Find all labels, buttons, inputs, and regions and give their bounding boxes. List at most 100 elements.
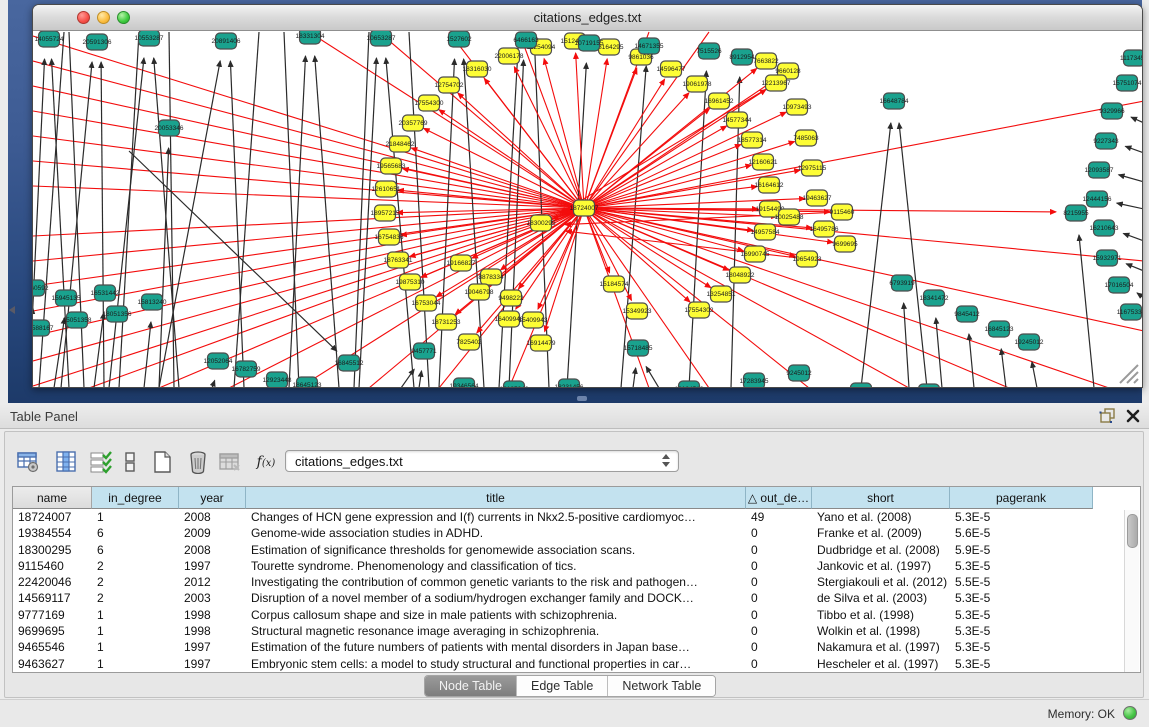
yellow-node[interactable]: 19046798 xyxy=(465,284,494,300)
yellow-node[interactable]: 12160621 xyxy=(749,154,778,170)
yellow-node[interactable]: 15184574 xyxy=(600,276,629,292)
yellow-node[interactable]: 7825402 xyxy=(456,334,482,350)
import-table-button[interactable] xyxy=(216,448,244,476)
teal-node[interactable]: 16782759 xyxy=(232,361,261,377)
yellow-node[interactable]: 19875310 xyxy=(396,274,425,290)
yellow-node[interactable]: 7485063 xyxy=(793,130,819,146)
teal-node[interactable]: 16648784 xyxy=(880,93,909,109)
teal-node[interactable]: 15751074 xyxy=(1113,75,1142,91)
teal-node[interactable]: 20591306 xyxy=(83,34,112,50)
teal-node[interactable]: 6793919 xyxy=(889,275,915,291)
tab-edge-table[interactable]: Edge Table xyxy=(517,676,608,696)
yellow-node[interactable]: 9115460 xyxy=(830,204,855,220)
table-row[interactable]: 969969511998Structural magnetic resonanc… xyxy=(13,623,1093,639)
teal-node[interactable]: 7515526 xyxy=(696,43,722,59)
table-selector-dropdown[interactable]: citations_edges.txt xyxy=(285,450,679,472)
new-file-button[interactable] xyxy=(148,448,176,476)
collapse-panel-arrow-icon[interactable] xyxy=(9,306,15,314)
yellow-node[interactable]: 12213967 xyxy=(762,75,791,91)
yellow-node[interactable]: 21848462 xyxy=(386,136,415,152)
teal-node[interactable]: 10653287 xyxy=(367,31,396,46)
teal-node[interactable]: 18341472 xyxy=(920,290,949,306)
teal-node[interactable]: 8912954 xyxy=(729,49,755,65)
table-row[interactable]: 1456911722003Disruption of a novel membe… xyxy=(13,590,1093,606)
citation-network-graph[interactable]: 1872400718300295220061781831603012754702… xyxy=(33,31,1142,387)
teal-node[interactable]: 18124512 xyxy=(675,381,704,387)
teal-node[interactable]: 15932971 xyxy=(1093,250,1122,266)
scrollbar-thumb[interactable] xyxy=(1127,514,1138,548)
teal-node[interactable]: 20891406 xyxy=(212,33,241,49)
column-header-out_de[interactable]: △ out_de… xyxy=(746,487,812,509)
teal-node[interactable]: 17283945 xyxy=(740,373,769,387)
yellow-node[interactable]: 16754836 xyxy=(375,229,404,245)
yellow-node[interactable]: 19654923 xyxy=(793,251,822,267)
tab-network-table[interactable]: Network Table xyxy=(608,676,715,696)
yellow-node[interactable]: 18300295 xyxy=(527,215,556,231)
teal-node[interactable]: 11675334 xyxy=(1117,304,1142,320)
teal-node[interactable]: 18051356 xyxy=(103,306,132,322)
table-row[interactable]: 1830029562008Estimation of significance … xyxy=(13,542,1093,558)
teal-node[interactable]: 12444156 xyxy=(1083,191,1112,207)
resize-grip-icon[interactable] xyxy=(1114,359,1140,385)
teal-node[interactable]: 9457771 xyxy=(411,343,437,359)
yellow-node[interactable]: 16914479 xyxy=(527,335,556,351)
panel-splitter-handle[interactable] xyxy=(577,396,587,401)
yellow-node[interactable]: 18731253 xyxy=(432,314,461,330)
yellow-node[interactable]: 9498222 xyxy=(498,290,524,306)
teal-node[interactable]: 19245012 xyxy=(1015,334,1044,350)
yellow-node[interactable]: 7663822 xyxy=(753,53,779,69)
yellow-node[interactable]: 16990745 xyxy=(741,246,770,262)
teal-node[interactable]: 9845412 xyxy=(954,306,980,322)
memory-ok-icon[interactable] xyxy=(1123,706,1137,720)
yellow-node[interactable]: 19166827 xyxy=(447,255,476,271)
table-row[interactable]: 2242004622012Investigating the contribut… xyxy=(13,574,1093,590)
teal-node[interactable]: 1527602 xyxy=(446,31,472,47)
yellow-node[interactable]: 16495786 xyxy=(810,221,839,237)
column-header-pagerank[interactable]: pagerank xyxy=(950,487,1093,509)
table-row[interactable]: 946362711997Embryonic stem cells: a mode… xyxy=(13,656,1093,672)
table-row[interactable]: 946554611997Estimation of the future num… xyxy=(13,639,1093,655)
teal-node[interactable]: 18231456 xyxy=(555,379,584,387)
yellow-node[interactable]: 16961452 xyxy=(705,93,734,109)
yellow-node[interactable]: 16753044 xyxy=(412,295,441,311)
teal-node[interactable]: 19346564 xyxy=(450,378,479,387)
teal-node[interactable]: 15813240 xyxy=(138,294,167,310)
teal-node[interactable]: 8215955 xyxy=(1063,205,1089,221)
teal-node[interactable]: 18331304 xyxy=(296,31,325,44)
teal-node[interactable]: 16210643 xyxy=(1090,220,1119,236)
float-panel-icon[interactable] xyxy=(1099,408,1117,424)
teal-node[interactable]: 15945135 xyxy=(52,290,81,306)
teal-node[interactable]: 6466163 xyxy=(513,32,539,48)
yellow-node[interactable]: 9699695 xyxy=(832,236,858,252)
teal-node[interactable]: 17016504 xyxy=(1105,277,1134,293)
table-settings-button[interactable] xyxy=(14,448,42,476)
yellow-node[interactable]: 18763341 xyxy=(384,252,413,268)
table-row[interactable]: 977716911998Corpus callosum shape and si… xyxy=(13,607,1093,623)
column-header-name[interactable]: name xyxy=(13,487,92,509)
yellow-node[interactable]: 12975115 xyxy=(798,160,827,176)
teal-node[interactable]: 14055724 xyxy=(35,31,64,47)
yellow-node[interactable]: 19463627 xyxy=(803,190,832,206)
teal-node[interactable]: 20053346 xyxy=(155,120,184,136)
yellow-node[interactable]: 14957584 xyxy=(751,224,780,240)
teal-node[interactable]: 16845123 xyxy=(985,321,1014,337)
tab-node-table[interactable]: Node Table xyxy=(425,676,517,696)
table-row[interactable]: 1872400712008Changes of HCN gene express… xyxy=(13,509,1093,525)
vertical-scrollbar[interactable] xyxy=(1124,510,1139,672)
yellow-node[interactable]: 14596477 xyxy=(657,61,686,77)
column-header-short[interactable]: short xyxy=(812,487,950,509)
teal-node[interactable]: 12093587 xyxy=(1085,162,1114,178)
teal-node[interactable]: 16224134 xyxy=(847,383,876,387)
table-row[interactable]: 911546021997Tourette syndrome. Phenomeno… xyxy=(13,558,1093,574)
function-builder-button[interactable]: f(x) xyxy=(252,448,280,476)
column-header-in_degree[interactable]: in_degree xyxy=(92,487,179,509)
teal-node[interactable]: 11173456 xyxy=(1120,50,1142,66)
teal-node[interactable]: 16845512 xyxy=(335,355,364,371)
teal-node[interactable]: 14671355 xyxy=(635,38,664,54)
teal-node[interactable]: 16125346 xyxy=(500,381,529,387)
yellow-node[interactable]: 19565683 xyxy=(377,158,406,174)
yellow-node[interactable]: 12610651 xyxy=(372,181,401,197)
teal-node[interactable]: 16531442 xyxy=(91,285,120,301)
yellow-node[interactable]: 15409943 xyxy=(519,312,548,328)
yellow-node[interactable]: 18577314 xyxy=(738,132,767,148)
